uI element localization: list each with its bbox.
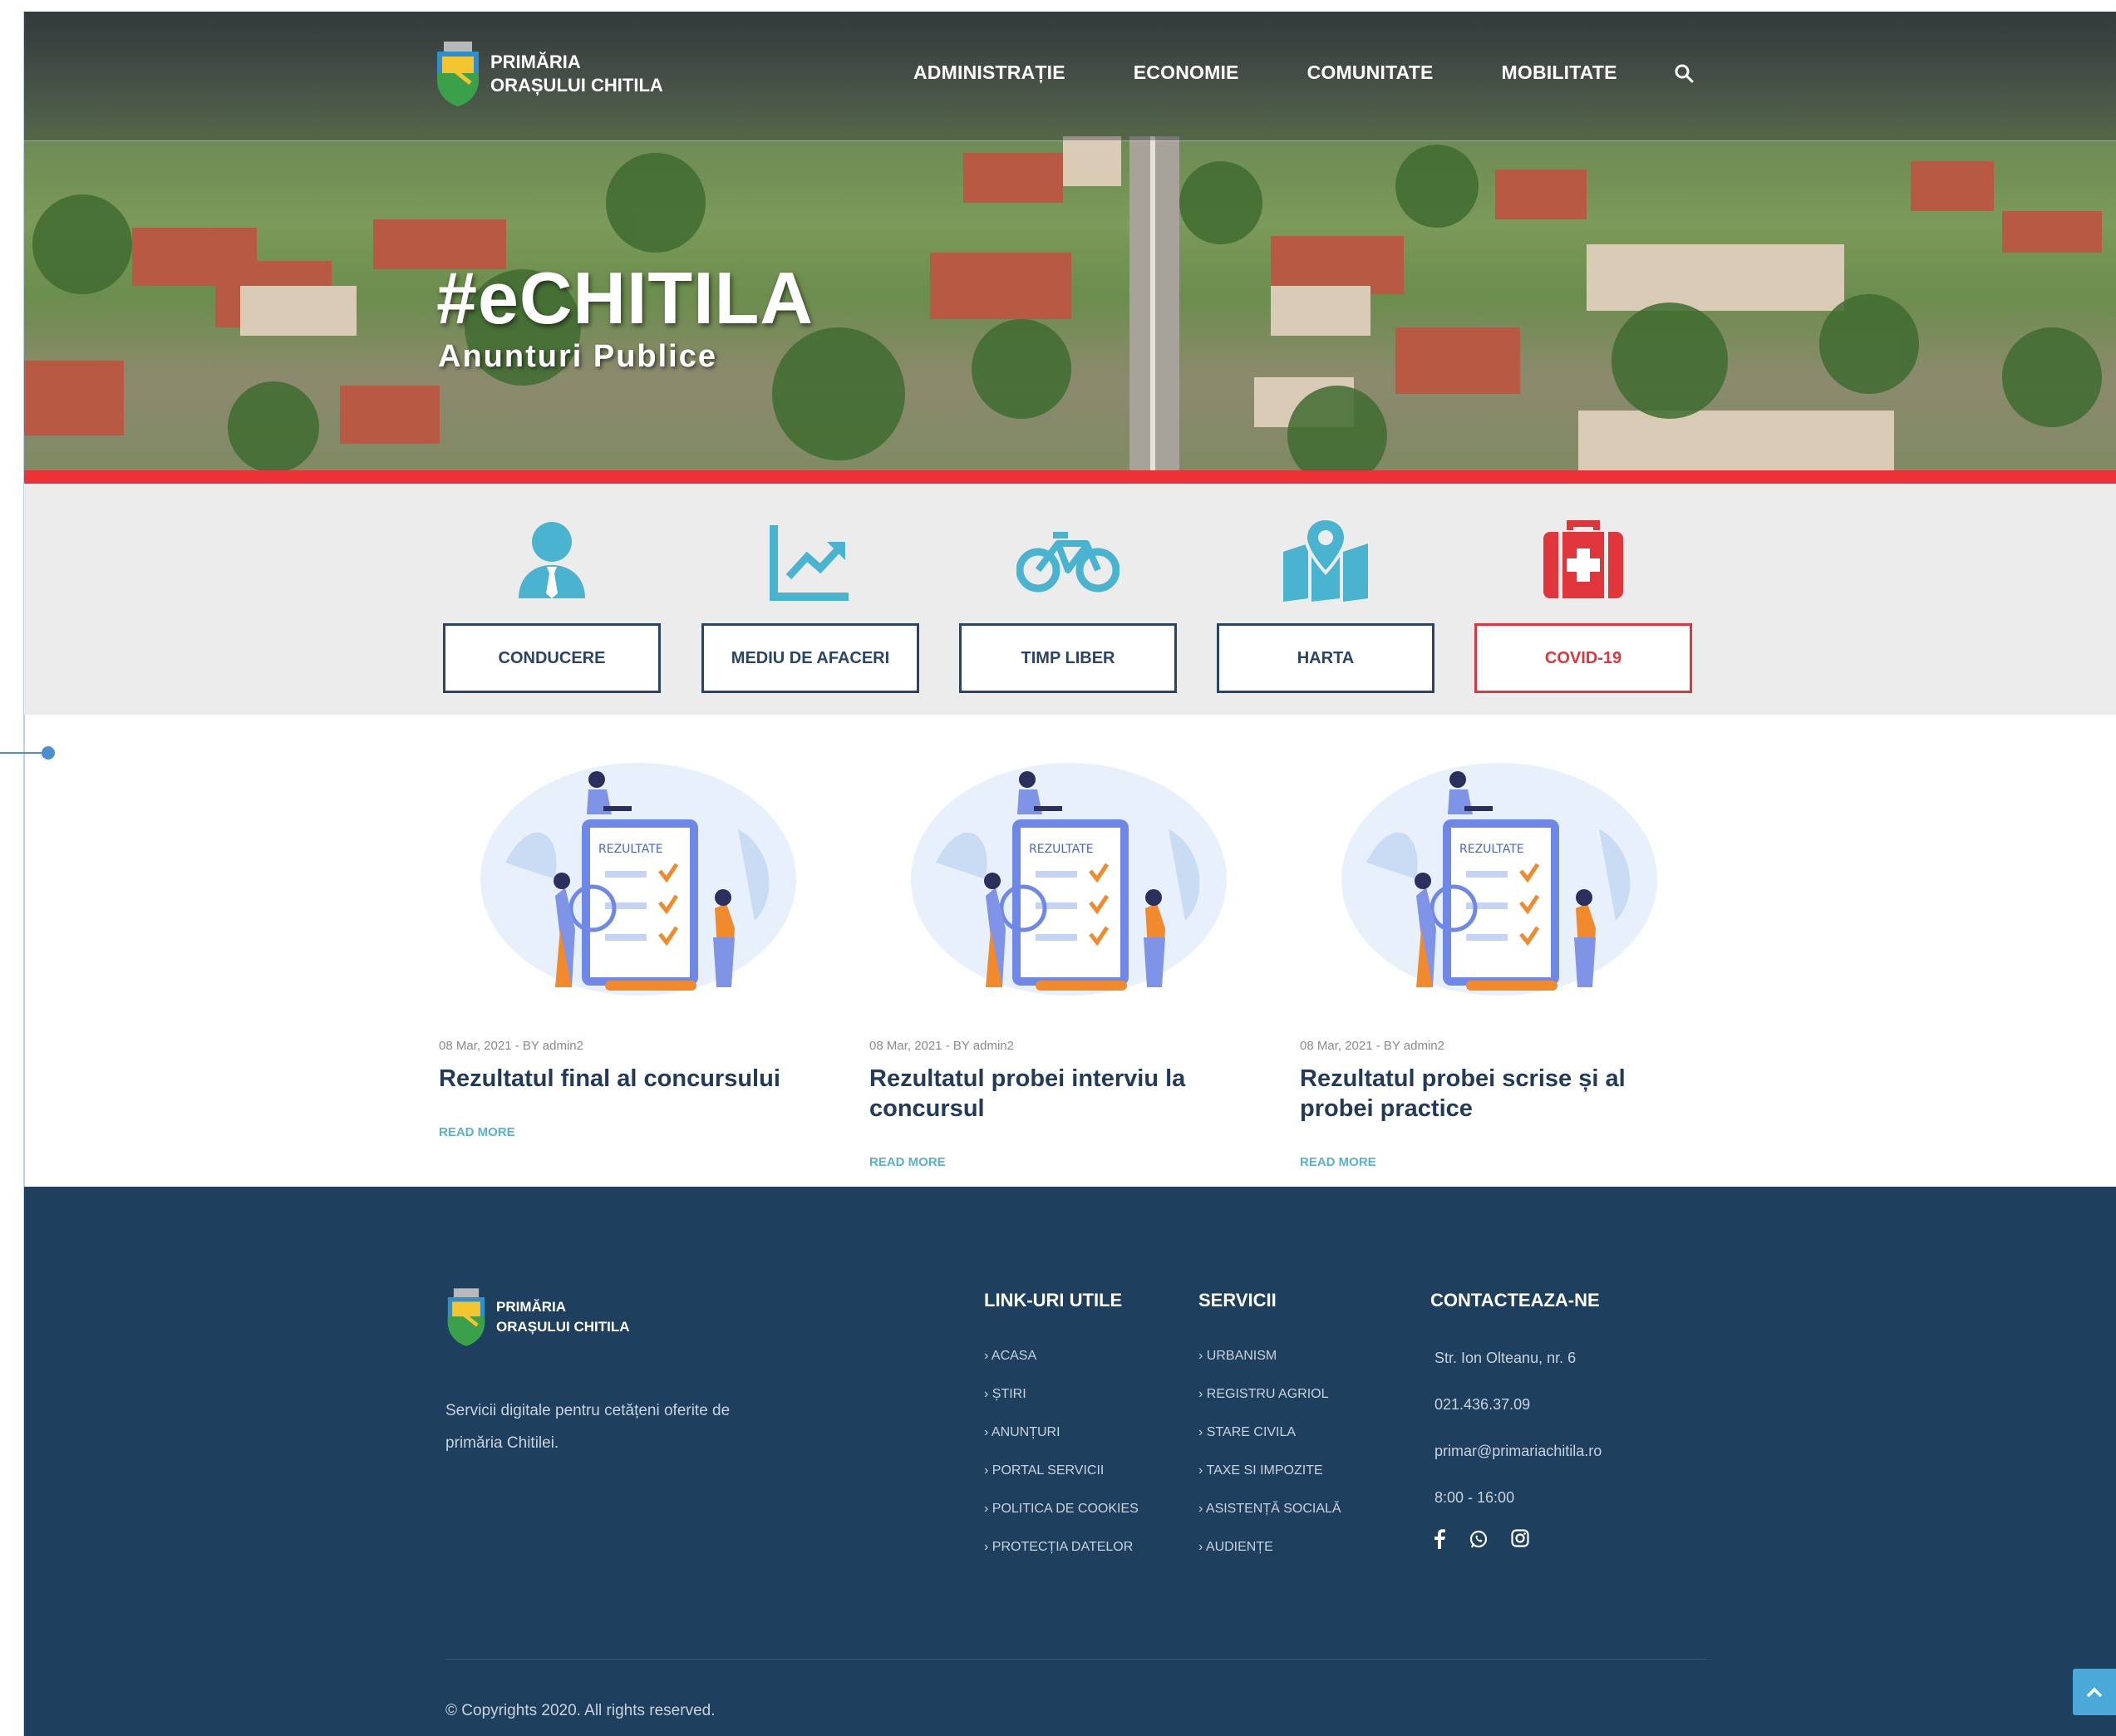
copyright-text: © Copyrights 2020. All rights reserved. [445, 1702, 716, 1719]
footer-link-portal-servicii[interactable]: PORTAL SERVICII [984, 1463, 1139, 1502]
annotation-pointer-dot [42, 746, 55, 760]
harta-button[interactable]: HARTA [1217, 623, 1434, 693]
quick-link-mediu-de-afaceri: MEDIU DE AFACERI [701, 484, 919, 715]
news-title[interactable]: Rezultatul final al concursului [439, 1064, 838, 1094]
service-audiente[interactable]: AUDIENȚE [1198, 1540, 1341, 1578]
logo-line1: PRIMĂRIA [490, 52, 581, 72]
main-nav: ADMINISTRAȚIE ECONOMIE COMUNITATE MOBILI… [913, 61, 1694, 84]
footer-link-acasa[interactable]: ACASA [984, 1349, 1139, 1387]
footer-description: Servicii digitale pentru cetățeni oferit… [445, 1402, 731, 1452]
news-title[interactable]: Rezultatul probei interviu la concursul [869, 1064, 1218, 1124]
footer-link-protectia-datelor[interactable]: PROTECȚIA DATELOR [984, 1540, 1139, 1578]
nav-mobilitate[interactable]: MOBILITATE [1502, 61, 1617, 84]
contact-heading: CONTACTEAZA-NE [1430, 1290, 1600, 1311]
illustration-label: REZULTATE [598, 843, 663, 856]
illustration-label: REZULTATE [1459, 843, 1524, 856]
conducere-button[interactable]: CONDUCERE [443, 623, 661, 693]
contact-hours: 8:00 - 16:00 [1434, 1489, 1515, 1506]
contact-phone[interactable]: 021.436.37.09 [1434, 1396, 1530, 1414]
nav-economie[interactable]: ECONOMIE [1134, 61, 1239, 84]
bicycle-icon[interactable] [1016, 519, 1120, 602]
services-heading: SERVICII [1198, 1290, 1277, 1311]
service-urbanism[interactable]: URBANISM [1198, 1349, 1341, 1387]
illustration-label: REZULTATE [1029, 843, 1094, 856]
page: PRIMĂRIA ORAȘULUI CHITILA ADMINISTRAȚIE … [0, 0, 2116, 1736]
person-tie-icon[interactable] [510, 519, 593, 602]
news-meta: 08 Mar, 2021 - BY admin2 [1300, 1039, 1444, 1053]
footer-link-cookies[interactable]: POLITICA DE COOKIES [984, 1502, 1139, 1540]
contact-address: Str. Ion Olteanu, nr. 6 [1434, 1350, 1577, 1366]
footer-link-anunturi[interactable]: ANUNȚURI [984, 1425, 1139, 1463]
map-pin-icon[interactable] [1280, 519, 1371, 602]
quick-link-conducere: CONDUCERE [443, 484, 661, 715]
mediu-de-afaceri-button[interactable]: MEDIU DE AFACERI [701, 623, 919, 693]
first-aid-icon[interactable] [1542, 519, 1625, 602]
quick-link-covid: COVID-19 [1474, 484, 1692, 715]
footer-logo-line2: ORAȘULUI CHITILA [496, 1319, 630, 1335]
useful-links-list: ACASA ȘTIRI ANUNȚURI PORTAL SERVICII POL… [984, 1349, 1139, 1578]
read-more-link[interactable]: READ MORE [439, 1125, 515, 1139]
nav-divider [24, 140, 2116, 141]
quick-link-timp-liber: TIMP LIBER [959, 484, 1177, 715]
footer: PRIMĂRIA ORAȘULUI CHITILA Servicii digit… [24, 1187, 2116, 1736]
footer-logo-line1: PRIMĂRIA [496, 1299, 567, 1315]
news-meta: 08 Mar, 2021 - BY admin2 [869, 1039, 1014, 1053]
covid-19-button[interactable]: COVID-19 [1474, 623, 1692, 693]
nav-comunitate[interactable]: COMUNITATE [1307, 61, 1434, 84]
results-illustration: REZULTATE [480, 763, 796, 996]
read-more-link[interactable]: READ MORE [869, 1155, 946, 1169]
hero-subtitle: Anunturi Publice [438, 339, 717, 374]
chevron-up-icon [2086, 1687, 2103, 1698]
footer-logo[interactable]: PRIMĂRIA ORAȘULUI CHITILA [446, 1286, 630, 1348]
quick-links-band: CONDUCERE MEDIU DE AFACERI TIMP LIBER HA… [24, 484, 2116, 715]
service-registru-agricol[interactable]: REGISTRU AGRIOL [1198, 1387, 1341, 1425]
news-meta: 08 Mar, 2021 - BY admin2 [439, 1039, 583, 1053]
city-crest-icon [437, 42, 479, 106]
results-illustration: REZULTATE [1341, 763, 1657, 996]
links-heading: LINK-URI UTILE [984, 1290, 1123, 1311]
whatsapp-icon[interactable] [1469, 1529, 1489, 1549]
service-stare-civila[interactable]: STARE CIVILA [1198, 1425, 1341, 1463]
footer-divider [445, 1659, 1707, 1660]
service-asistenta-sociala[interactable]: ASISTENȚĂ SOCIALĂ [1198, 1502, 1341, 1540]
hero-title: #eCHITILA [436, 257, 814, 339]
nav-administratie[interactable]: ADMINISTRAȚIE [913, 61, 1065, 84]
news-title[interactable]: Rezultatul probei scrise și al probei pr… [1300, 1064, 1699, 1124]
footer-link-stiri[interactable]: ȘTIRI [984, 1387, 1139, 1425]
contact-email[interactable]: primar@primariachitila.ro [1434, 1443, 1602, 1460]
scroll-to-top-button[interactable] [2073, 1669, 2116, 1715]
header-logo[interactable]: PRIMĂRIA ORAȘULUI CHITILA [436, 40, 663, 108]
instagram-icon[interactable] [1511, 1529, 1529, 1547]
logo-line2: ORAȘULUI CHITILA [490, 75, 663, 96]
chart-line-icon[interactable] [769, 519, 852, 602]
city-crest-icon [447, 1288, 485, 1346]
facebook-icon[interactable] [1434, 1529, 1445, 1549]
read-more-link[interactable]: READ MORE [1300, 1155, 1376, 1169]
hero-accent-bar [24, 470, 2116, 484]
timp-liber-button[interactable]: TIMP LIBER [959, 623, 1177, 693]
results-illustration: REZULTATE [911, 763, 1227, 996]
services-list: URBANISM REGISTRU AGRIOL STARE CIVILA TA… [1198, 1349, 1341, 1578]
quick-link-harta: HARTA [1217, 484, 1434, 715]
service-taxe-impozite[interactable]: TAXE SI IMPOZITE [1198, 1463, 1341, 1502]
search-icon[interactable] [1674, 63, 1694, 83]
